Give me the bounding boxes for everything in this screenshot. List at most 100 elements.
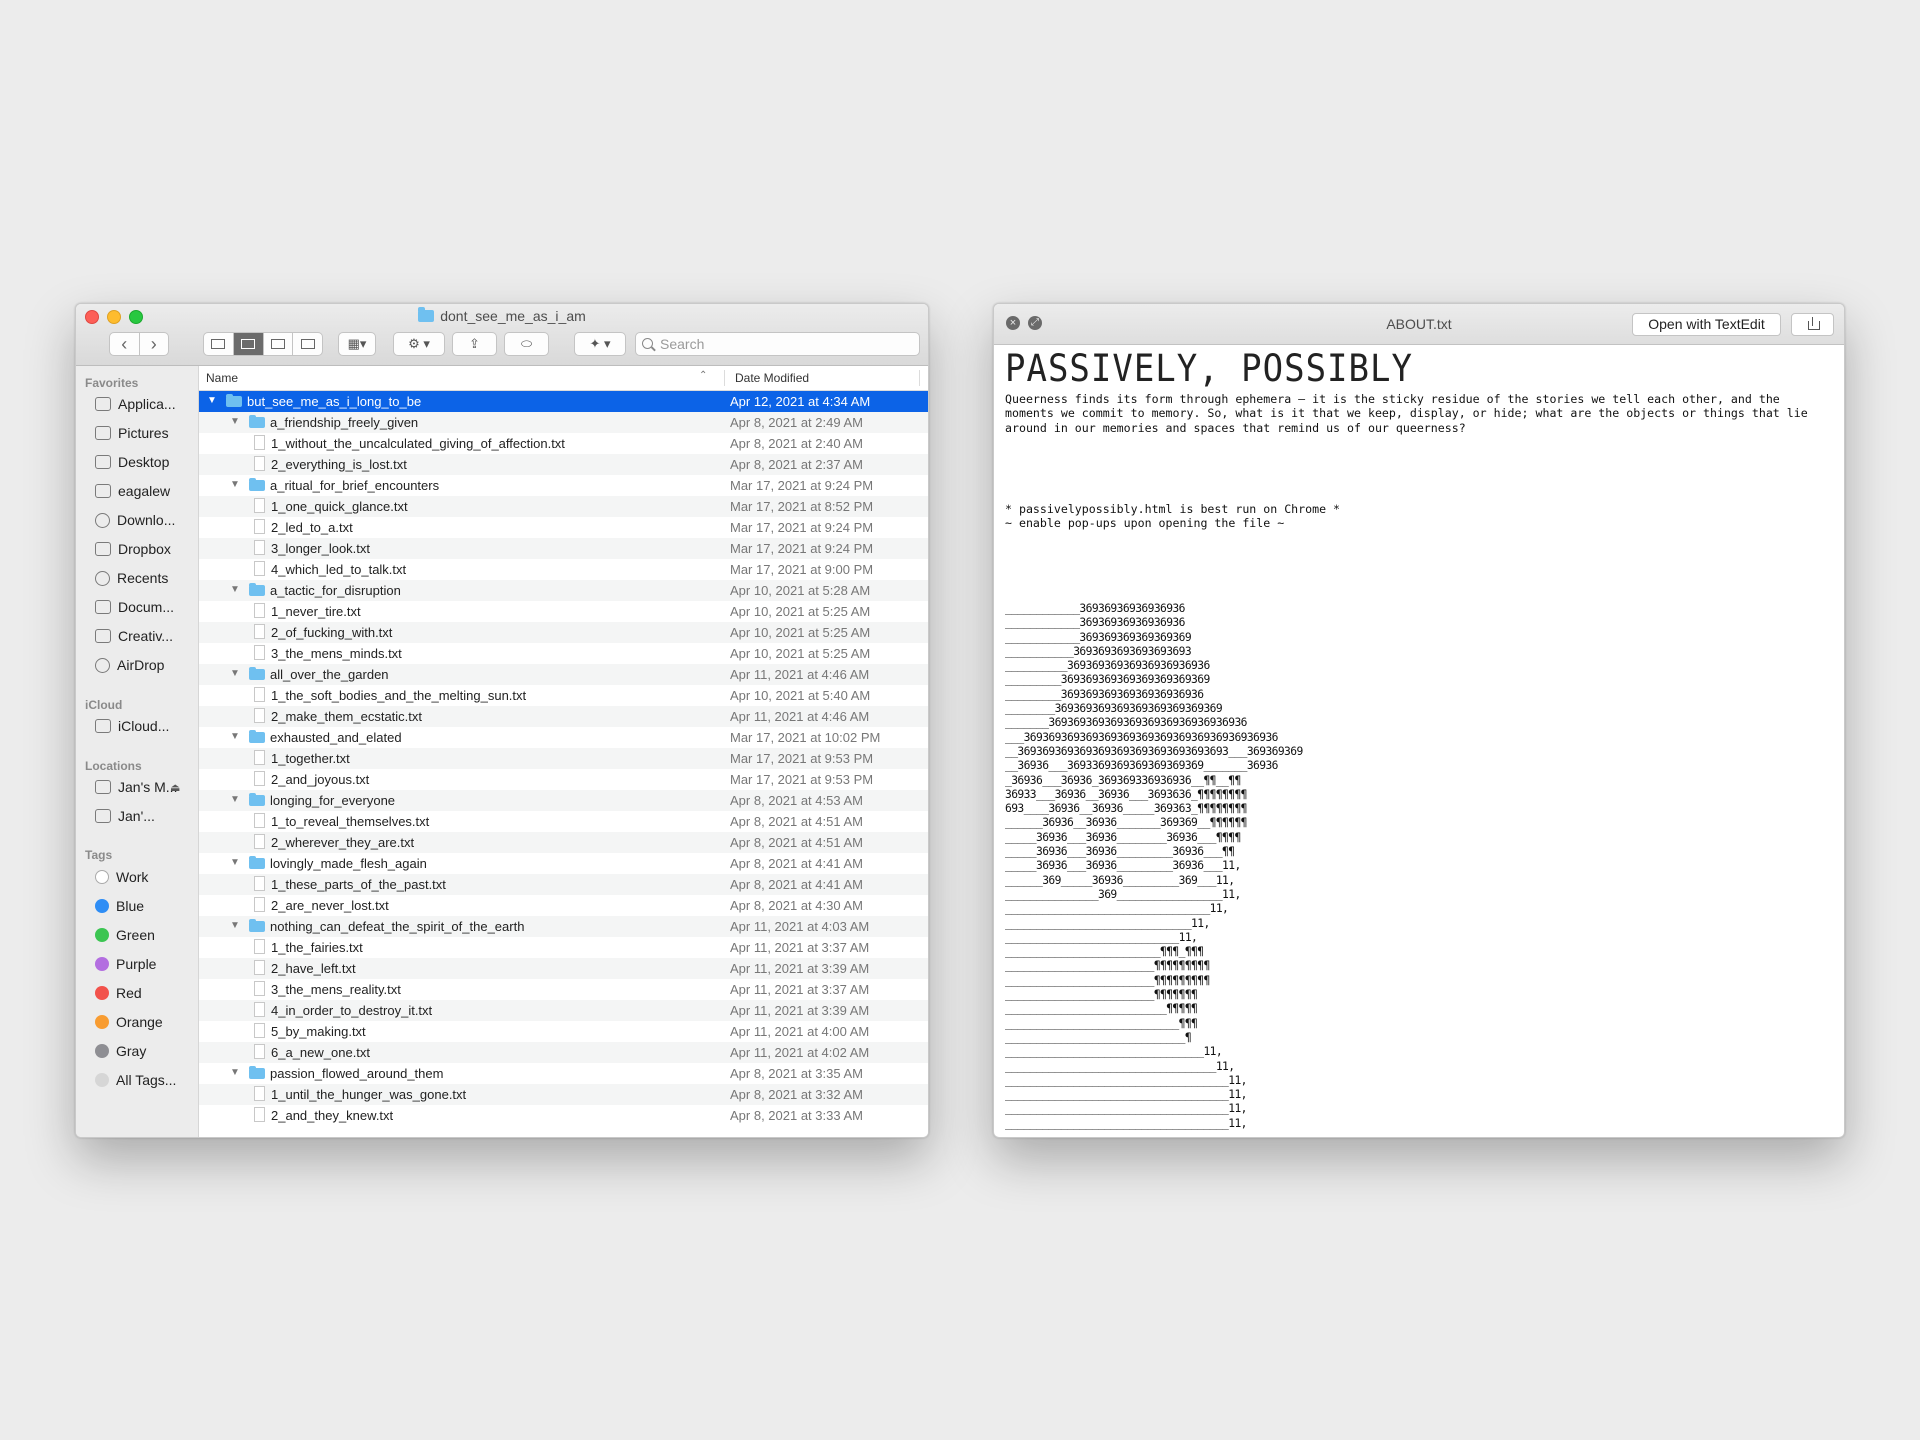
- file-row[interactable]: ▼ a_friendship_freely_given Apr 8, 2021 at…: [199, 412, 928, 433]
- file-row[interactable]: 2_everything_is_lost.txt Apr 8, 2021 at 2…: [199, 454, 928, 475]
- eject-icon[interactable]: ⏏: [170, 781, 180, 794]
- sidebar-item[interactable]: Creativ...: [95, 624, 173, 648]
- share-button[interactable]: [1791, 313, 1834, 336]
- sidebar-item[interactable]: Red: [95, 981, 142, 1005]
- file-row[interactable]: ▼ passion_flowed_around_them Apr 8, 2021 a…: [199, 1063, 928, 1084]
- file-name: 3_longer_look.txt: [271, 541, 371, 556]
- disclosure-triangle-icon[interactable]: ▼: [230, 1067, 240, 1078]
- sidebar-item[interactable]: eagalew: [95, 479, 170, 503]
- sidebar-item[interactable]: Orange: [95, 1010, 163, 1034]
- tag-color-dot-icon: [95, 1073, 109, 1087]
- file-row[interactable]: 2_led_to_a.txt Mar 17, 2021 at 9:24 PM: [199, 517, 928, 538]
- file-row[interactable]: ▼ all_over_the_garden Apr 11, 2021 at 4:46…: [199, 664, 928, 685]
- disclosure-triangle-icon[interactable]: ▼: [230, 794, 240, 805]
- file-row[interactable]: 2_wherever_they_are.txt Apr 8, 2021 at 4:…: [199, 832, 928, 853]
- sidebar-item[interactable]: Gray: [95, 1039, 146, 1063]
- sidebar-item[interactable]: Jan'...: [95, 804, 155, 828]
- share-icon: [1808, 321, 1820, 330]
- file-row[interactable]: 1_without_the_uncalculated_giving_of_aff…: [199, 433, 928, 454]
- action-button[interactable]: ⚙ ▾: [393, 332, 445, 356]
- file-row[interactable]: 1_the_fairies.txt Apr 11, 2021 at 3:37 AM: [199, 937, 928, 958]
- file-row[interactable]: ▼ exhausted_and_elated Mar 17, 2021 at 10:…: [199, 727, 928, 748]
- file-row[interactable]: 1_one_quick_glance.txt Mar 17, 2021 at 8:…: [199, 496, 928, 517]
- sidebar-item[interactable]: Purple: [95, 952, 156, 976]
- disclosure-triangle-icon[interactable]: ▼: [230, 584, 240, 595]
- group-icon: ▦▾: [347, 336, 367, 351]
- sidebar-item[interactable]: iCloud...: [95, 714, 169, 738]
- sidebar-item[interactable]: Work: [95, 865, 148, 889]
- sidebar-item[interactable]: All Tags...: [95, 1068, 176, 1092]
- file-row[interactable]: 1_to_reveal_themselves.txt Apr 8, 2021 at…: [199, 811, 928, 832]
- file-name: 6_a_new_one.txt: [271, 1045, 371, 1060]
- dropbox-button[interactable]: ✦ ▾: [574, 332, 626, 356]
- open-with-textedit-button[interactable]: Open with TextEdit: [1632, 313, 1781, 336]
- file-row[interactable]: 3_longer_look.txt Mar 17, 2021 at 9:24 PM: [199, 538, 928, 559]
- column-divider[interactable]: [919, 370, 920, 386]
- sidebar-item-label: eagalew: [118, 483, 171, 499]
- forward-button[interactable]: ›: [140, 333, 169, 355]
- file-row[interactable]: 2_and_joyous.txt Mar 17, 2021 at 9:53 PM: [199, 769, 928, 790]
- file-row[interactable]: 1_until_the_hunger_was_gone.txt Apr 8, 20…: [199, 1084, 928, 1105]
- gallery-icon: [300, 339, 315, 349]
- file-row[interactable]: 1_together.txt Mar 17, 2021 at 9:53 PM: [199, 748, 928, 769]
- file-row[interactable]: 1_these_parts_of_the_past.txt Apr 8, 2021…: [199, 874, 928, 895]
- file-row[interactable]: 4_which_led_to_talk.txt Mar 17, 2021 at 9…: [199, 559, 928, 580]
- search-field[interactable]: Search: [635, 332, 920, 356]
- file-row[interactable]: 3_the_mens_minds.txt Apr 10, 2021 at 5:25…: [199, 643, 928, 664]
- group-button[interactable]: ▦▾: [338, 332, 376, 356]
- file-row[interactable]: 5_by_making.txt Apr 11, 2021 at 4:00 AM: [199, 1021, 928, 1042]
- back-button[interactable]: ‹: [110, 333, 140, 355]
- file-row[interactable]: 2_and_they_knew.txt Apr 8, 2021 at 3:33 A…: [199, 1105, 928, 1126]
- sidebar-item[interactable]: Pictures: [95, 421, 169, 445]
- sidebar-item[interactable]: Recents: [95, 566, 168, 590]
- sidebar-item-label: Dropbox: [118, 541, 171, 557]
- disclosure-triangle-icon[interactable]: ▼: [230, 857, 240, 868]
- name-column-header[interactable]: Name: [206, 371, 238, 385]
- date-modified: Apr 8, 2021 at 4:30 AM: [730, 898, 863, 913]
- sidebar-item[interactable]: Green: [95, 923, 155, 947]
- text-file-icon: [254, 624, 265, 639]
- file-row[interactable]: 1_never_tire.txt Apr 10, 2021 at 5:25 AM: [199, 601, 928, 622]
- file-row[interactable]: ▼ nothing_can_defeat_the_spirit_of_the_ea…: [199, 916, 928, 937]
- file-row[interactable]: ▼ but_see_me_as_i_long_to_be Apr 12, 2021 …: [199, 391, 928, 412]
- disclosure-triangle-icon[interactable]: ▼: [230, 668, 240, 679]
- tag-color-dot-icon: [95, 986, 109, 1000]
- sidebar-item[interactable]: AirDrop: [95, 653, 164, 677]
- share-button[interactable]: ⇪: [452, 332, 497, 356]
- sidebar-item[interactable]: Dropbox: [95, 537, 171, 561]
- tag-button[interactable]: ⬭: [504, 332, 549, 356]
- sidebar-item[interactable]: Downlo...: [95, 508, 175, 532]
- file-row[interactable]: 6_a_new_one.txt Apr 11, 2021 at 4:02 AM: [199, 1042, 928, 1063]
- file-row[interactable]: 2_are_never_lost.txt Apr 8, 2021 at 4:30 …: [199, 895, 928, 916]
- file-row[interactable]: 2_have_left.txt Apr 11, 2021 at 3:39 AM: [199, 958, 928, 979]
- file-row[interactable]: 4_in_order_to_destroy_it.txt Apr 11, 2021…: [199, 1000, 928, 1021]
- folder-icon: [418, 307, 435, 322]
- sidebar-item[interactable]: Docum...: [95, 595, 174, 619]
- date-modified: Mar 17, 2021 at 9:53 PM: [730, 772, 874, 787]
- file-row[interactable]: 1_the_soft_bodies_and_the_melting_sun.tx…: [199, 685, 928, 706]
- disclosure-triangle-icon[interactable]: ▼: [230, 479, 240, 490]
- disclosure-triangle-icon[interactable]: ▼: [207, 395, 217, 406]
- file-row[interactable]: 2_of_fucking_with.txt Apr 10, 2021 at 5:2…: [199, 622, 928, 643]
- file-row[interactable]: ▼ a_ritual_for_brief_encounters Mar 17, 20…: [199, 475, 928, 496]
- list-view-button[interactable]: [233, 333, 264, 355]
- disclosure-triangle-icon[interactable]: ▼: [230, 920, 240, 931]
- date-column-header[interactable]: Date Modified: [735, 371, 809, 385]
- disclosure-triangle-icon[interactable]: ▼: [230, 416, 240, 427]
- disclosure-triangle-icon[interactable]: ▼: [230, 731, 240, 742]
- file-row[interactable]: 2_make_them_ecstatic.txt Apr 11, 2021 at …: [199, 706, 928, 727]
- sidebar-item[interactable]: Blue: [95, 894, 144, 918]
- sidebar-item[interactable]: Jan's M...: [95, 775, 177, 799]
- column-divider[interactable]: [724, 370, 725, 386]
- sidebar-item-label: Downlo...: [117, 512, 176, 528]
- date-modified: Apr 10, 2021 at 5:28 AM: [730, 583, 871, 598]
- column-view-button[interactable]: [264, 333, 294, 355]
- file-row[interactable]: 3_the_mens_reality.txt Apr 11, 2021 at 3:…: [199, 979, 928, 1000]
- sidebar-item[interactable]: Desktop: [95, 450, 169, 474]
- icon-view-button[interactable]: [204, 333, 234, 355]
- file-row[interactable]: ▼ longing_for_everyone Apr 8, 2021 at 4:53…: [199, 790, 928, 811]
- file-row[interactable]: ▼ lovingly_made_flesh_again Apr 8, 2021 at…: [199, 853, 928, 874]
- gallery-view-button[interactable]: [293, 333, 322, 355]
- file-row[interactable]: ▼ a_tactic_for_disruption Apr 10, 2021 at …: [199, 580, 928, 601]
- sidebar-item[interactable]: Applica...: [95, 392, 176, 416]
